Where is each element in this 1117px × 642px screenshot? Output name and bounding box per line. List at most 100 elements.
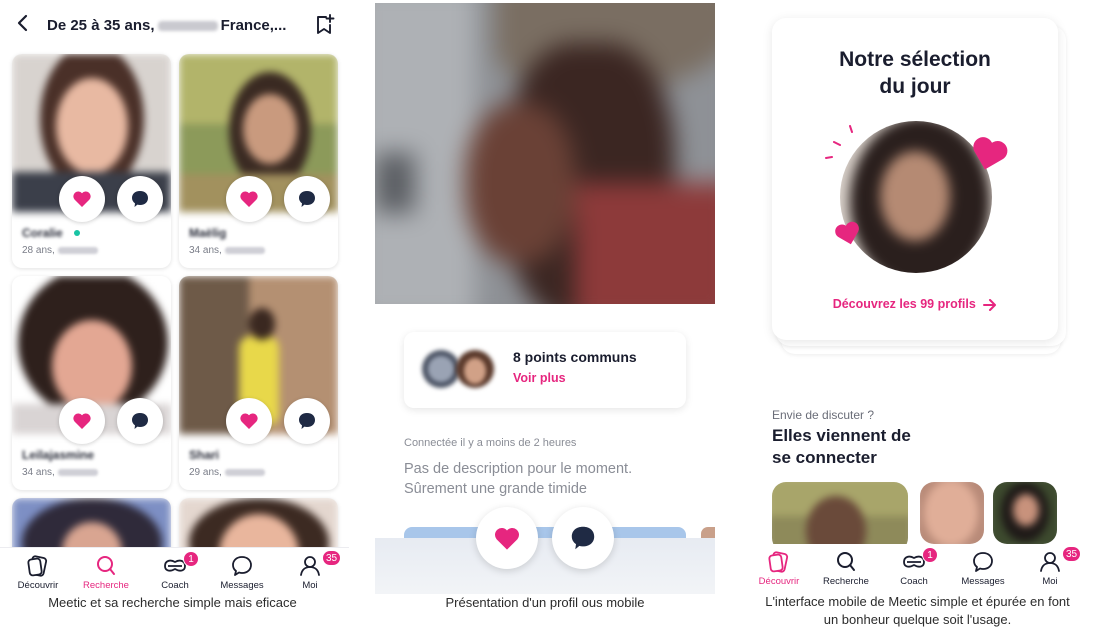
profile-description: Pas de description pour le moment. Sûrem…: [404, 459, 694, 499]
profile-detail-screen: 8 points communs Voir plus Connectée il …: [375, 0, 715, 642]
discover-profiles-link[interactable]: Découvrez les 99 profils: [772, 297, 1058, 311]
chat-subheading: Envie de discuter ?: [772, 408, 875, 422]
discover-icon: [768, 551, 789, 573]
profile-card[interactable]: Leilajasmine 34 ans,: [12, 276, 171, 490]
profile-name: Maëlig: [189, 226, 227, 240]
nav-discover[interactable]: Découvrir: [747, 544, 811, 594]
nav-label: Coach: [161, 580, 189, 591]
like-button[interactable]: [226, 398, 272, 444]
caption: Meetic et sa recherche simple mais efica…: [48, 595, 297, 610]
discover-profiles-label: Découvrez les 99 profils: [832, 297, 976, 311]
description-line: Pas de description pour le moment.: [404, 461, 633, 477]
discover-icon: [27, 555, 48, 577]
nav-label: Recherche: [823, 576, 869, 587]
caption: Présentation d'un profil ous mobile: [445, 595, 645, 610]
heading-line: Elles viennent de: [772, 426, 911, 445]
bottom-nav: Découvrir Recherche Coach 1 Messages Moi…: [0, 547, 349, 597]
back-icon[interactable]: [14, 12, 32, 34]
profile-card[interactable]: Coralie 28 ans,: [12, 54, 171, 268]
nav-label: Découvrir: [17, 580, 59, 591]
heart-icon: [240, 413, 258, 429]
nav-label: Messages: [220, 580, 264, 591]
message-button[interactable]: [284, 176, 330, 222]
like-button[interactable]: [226, 176, 272, 222]
chat-bubble-icon: [299, 413, 315, 429]
blurred-city: [57, 246, 98, 254]
nav-me[interactable]: Moi 35: [1018, 544, 1082, 594]
arrow-right-icon: [983, 298, 997, 311]
heading-line: se connecter: [772, 448, 877, 467]
like-button[interactable]: [59, 176, 105, 222]
heart-icon: [494, 527, 520, 550]
recently-online-heading: Elles viennent de se connecter: [772, 425, 911, 469]
action-bar: [375, 538, 715, 594]
common-avatar: [422, 350, 460, 388]
online-indicator: [74, 230, 80, 236]
profile-name: Leilajasmine: [22, 448, 95, 462]
blurred-city: [157, 21, 218, 32]
search-icon: [837, 552, 855, 571]
daily-selection-title: Notre sélection du jour: [772, 46, 1058, 100]
nav-label: Coach: [900, 576, 928, 587]
search-criteria-title[interactable]: De 25 à 35 ans, France,...: [47, 17, 286, 34]
online-profile-thumb[interactable]: [993, 482, 1057, 544]
nav-label: Moi: [302, 580, 318, 591]
discover-screen: Notre sélection du jour Découvrez les 99…: [745, 0, 1117, 642]
messages-icon: [232, 556, 252, 576]
search-results-screen: De 25 à 35 ans, France,... Coralie 28 ans…: [0, 0, 349, 642]
nav-search[interactable]: Recherche: [74, 548, 138, 598]
chat-bubble-icon: [571, 526, 595, 550]
profile-name: Shari: [189, 448, 220, 462]
coach-badge: 1: [922, 547, 938, 563]
nav-discover[interactable]: Découvrir: [6, 548, 70, 598]
nav-label: Moi: [1042, 576, 1058, 587]
profile-age-city: 28 ans,: [22, 245, 98, 256]
profile-age: 28 ans,: [22, 245, 55, 256]
profile-age: 34 ans,: [22, 467, 55, 478]
search-criteria-age: De 25 à 35 ans,: [47, 17, 155, 34]
profile-icon: [300, 556, 320, 576]
daily-selection-card[interactable]: Notre sélection du jour Découvrez les 99…: [772, 18, 1058, 340]
caption-line: un bonheur quelque soit l'usage.: [823, 612, 1012, 627]
profile-main-photo[interactable]: [375, 3, 715, 304]
profile-card[interactable]: Shari 29 ans,: [179, 276, 338, 490]
chat-bubble-icon: [299, 191, 315, 207]
search-criteria-country: France,...: [220, 17, 287, 34]
blurred-city: [224, 468, 265, 476]
online-profile-thumb[interactable]: [920, 482, 984, 544]
profile-icon: [1040, 552, 1060, 572]
profile-name: Coralie: [22, 226, 63, 240]
nav-label: Découvrir: [758, 576, 800, 587]
like-button[interactable]: [59, 398, 105, 444]
message-button[interactable]: [117, 398, 163, 444]
heart-icon: [240, 191, 258, 207]
nav-messages[interactable]: Messages: [210, 548, 274, 598]
profile-badge: 35: [322, 550, 342, 566]
profile-age-city: 34 ans,: [189, 245, 265, 256]
common-points-title: 8 points communs: [513, 349, 637, 365]
common-avatar: [456, 350, 494, 388]
profile-age: 34 ans,: [189, 245, 222, 256]
common-points-card[interactable]: 8 points communs Voir plus: [404, 332, 686, 408]
heart-icon: [73, 191, 91, 207]
see-more-link[interactable]: Voir plus: [513, 371, 566, 385]
message-button[interactable]: [284, 398, 330, 444]
nav-coach[interactable]: Coach 1: [143, 548, 207, 598]
selection-photo: [840, 121, 992, 273]
message-button[interactable]: [117, 176, 163, 222]
online-profile-thumb[interactable]: [772, 482, 908, 552]
nav-coach[interactable]: Coach 1: [882, 544, 946, 594]
nav-messages[interactable]: Messages: [951, 544, 1015, 594]
profile-age: 29 ans,: [189, 467, 222, 478]
profile-age-city: 34 ans,: [22, 467, 98, 478]
last-connected-status: Connectée il y a moins de 2 heures: [404, 437, 577, 449]
like-button[interactable]: [476, 507, 538, 569]
message-button[interactable]: [552, 507, 614, 569]
coach-badge: 1: [183, 551, 199, 567]
chat-bubble-icon: [132, 191, 148, 207]
chat-bubble-icon: [132, 413, 148, 429]
nav-search[interactable]: Recherche: [814, 544, 878, 594]
nav-me[interactable]: Moi 35: [278, 548, 342, 598]
bookmark-add-icon[interactable]: [315, 14, 335, 36]
profile-card[interactable]: Maëlig 34 ans,: [179, 54, 338, 268]
